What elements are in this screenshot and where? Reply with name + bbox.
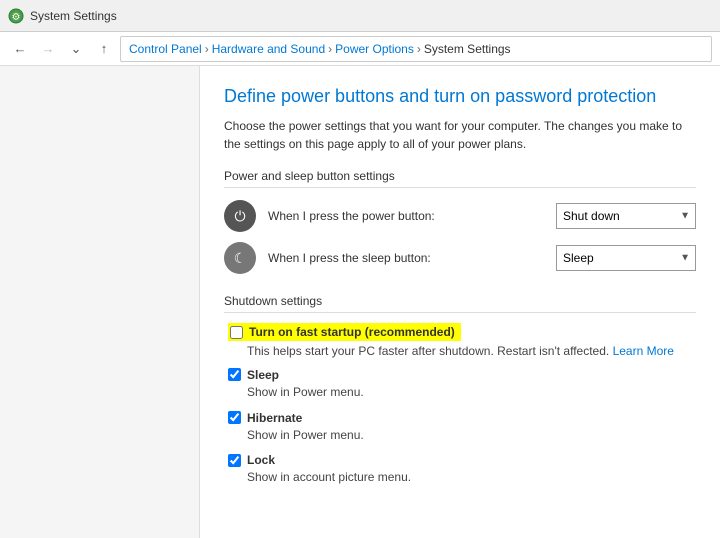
lock-checkbox-label: Lock [247, 453, 275, 467]
sleep-icon: ☾ [224, 242, 256, 274]
recent-button[interactable]: ⌄ [64, 37, 88, 61]
shutdown-section: Shutdown settings Turn on fast startup (… [224, 294, 696, 486]
breadcrumb-current: System Settings [424, 42, 511, 56]
sleep-button-label: When I press the sleep button: [268, 251, 544, 265]
breadcrumb-power-options[interactable]: Power Options [335, 42, 414, 56]
address-bar: ← → ⌄ ↑ Control Panel › Hardware and Sou… [0, 32, 720, 66]
power-icon: ⏻ [224, 200, 256, 232]
breadcrumb-sep-2: › [328, 42, 332, 56]
hibernate-checkbox-row: Hibernate [228, 411, 696, 425]
fast-startup-row: Turn on fast startup (recommended) [228, 323, 696, 341]
power-symbol: ⏻ [234, 208, 245, 225]
sleep-checkbox-label: Sleep [247, 368, 279, 382]
sidebar [0, 66, 200, 538]
page-description: Choose the power settings that you want … [224, 117, 696, 153]
page-title: Define power buttons and turn on passwor… [224, 86, 696, 107]
power-sleep-section: Power and sleep button settings ⏻ When I… [224, 169, 696, 274]
sleep-button-dropdown[interactable]: Do nothing Sleep Hibernate Shut down [556, 245, 696, 271]
hibernate-checkbox[interactable] [228, 411, 241, 424]
content-area: Define power buttons and turn on passwor… [200, 66, 720, 538]
power-button-dropdown-wrapper: Do nothing Sleep Hibernate Shut down Tur… [556, 203, 696, 229]
sleep-checkbox[interactable] [228, 368, 241, 381]
lock-item: Lock Show in account picture menu. [224, 453, 696, 486]
main-layout: Define power buttons and turn on passwor… [0, 66, 720, 538]
fast-startup-checkbox[interactable] [230, 326, 243, 339]
hibernate-checkbox-label: Hibernate [247, 411, 302, 425]
sleep-symbol: ☾ [234, 250, 247, 267]
fast-startup-sub: This helps start your PC faster after sh… [228, 343, 696, 360]
lock-checkbox-row: Lock [228, 453, 696, 467]
title-bar-text: System Settings [30, 9, 117, 23]
lock-checkbox[interactable] [228, 454, 241, 467]
sleep-button-dropdown-wrapper: Do nothing Sleep Hibernate Shut down ▼ [556, 245, 696, 271]
fast-startup-label: Turn on fast startup (recommended) [249, 325, 455, 339]
sleep-item: Sleep Show in Power menu. [224, 368, 696, 401]
hibernate-sub: Show in Power menu. [228, 427, 696, 444]
breadcrumb: Control Panel › Hardware and Sound › Pow… [120, 36, 712, 62]
sleep-sub: Show in Power menu. [228, 384, 696, 401]
shutdown-section-label: Shutdown settings [224, 294, 696, 313]
app-icon: ⚙ [8, 8, 24, 24]
title-bar: ⚙ System Settings [0, 0, 720, 32]
breadcrumb-sep-1: › [205, 42, 209, 56]
power-sleep-label: Power and sleep button settings [224, 169, 696, 188]
learn-more-link[interactable]: Learn More [613, 344, 674, 358]
fast-startup-item: Turn on fast startup (recommended) This … [224, 323, 696, 360]
power-button-row: ⏻ When I press the power button: Do noth… [224, 200, 696, 232]
breadcrumb-sep-3: › [417, 42, 421, 56]
back-button[interactable]: ← [8, 37, 32, 61]
hibernate-item: Hibernate Show in Power menu. [224, 411, 696, 444]
sleep-checkbox-row: Sleep [228, 368, 696, 382]
up-button[interactable]: ↑ [92, 37, 116, 61]
power-button-dropdown[interactable]: Do nothing Sleep Hibernate Shut down Tur… [556, 203, 696, 229]
forward-button[interactable]: → [36, 37, 60, 61]
sleep-button-row: ☾ When I press the sleep button: Do noth… [224, 242, 696, 274]
breadcrumb-hardware-sound[interactable]: Hardware and Sound [212, 42, 325, 56]
lock-sub: Show in account picture menu. [228, 469, 696, 486]
svg-text:⚙: ⚙ [12, 12, 21, 23]
power-button-label: When I press the power button: [268, 209, 544, 223]
breadcrumb-control-panel[interactable]: Control Panel [129, 42, 202, 56]
